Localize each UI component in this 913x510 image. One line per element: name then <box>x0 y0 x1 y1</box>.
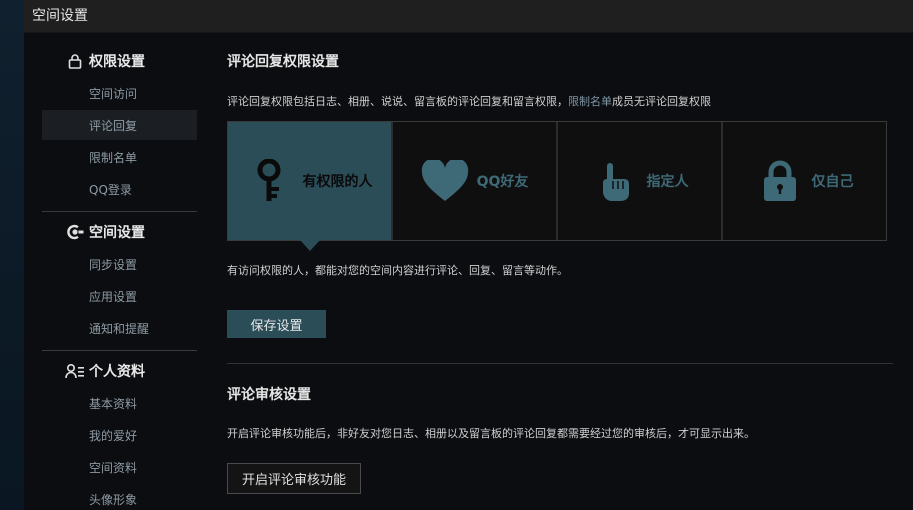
sidebar-divider <box>42 350 197 351</box>
selected-option-desc: 有访问权限的人，都能对您的空间内容进行评论、回复、留言等动作。 <box>227 264 568 277</box>
title-bar: 空间设置 <box>24 0 913 33</box>
profile-icon <box>65 361 85 381</box>
save-settings-button[interactable]: 保存设置 <box>227 310 326 338</box>
sidebar-item-sync[interactable]: 同步设置 <box>42 249 197 279</box>
padlock-icon <box>756 157 804 205</box>
section-divider <box>227 363 893 364</box>
sidebar-group-profile: 个人资料 <box>42 359 197 383</box>
comment-review-desc: 开启评论审核功能后，非好友对您日志、相册以及留言板的评论回复都需要经过您的审核后… <box>227 427 755 440</box>
sidebar-group-permission: 权限设置 <box>42 49 197 73</box>
restrict-list-link[interactable]: 限制名单 <box>568 95 612 108</box>
option-label: QQ好友 <box>476 174 529 190</box>
sidebar-item-space-access[interactable]: 空间访问 <box>42 78 197 108</box>
sidebar-group-space: 空间设置 <box>42 220 197 244</box>
heart-icon <box>421 157 469 205</box>
sidebar-item-space-info[interactable]: 空间资料 <box>42 452 197 482</box>
sidebar-group-label: 权限设置 <box>89 54 145 70</box>
option-label: 有权限的人 <box>302 174 373 190</box>
sidebar-item-qq-login[interactable]: QQ登录 <box>42 174 197 204</box>
left-edge-strip <box>0 0 24 510</box>
sidebar: 权限设置 空间访问 评论回复 限制名单 QQ登录 空间设置 同步设置 应用设置 … <box>42 33 197 510</box>
option-only-me[interactable]: 仅自己 <box>721 122 886 240</box>
enable-review-button[interactable]: 开启评论审核功能 <box>227 463 361 494</box>
pointing-hand-icon <box>591 157 639 205</box>
option-qq-friends[interactable]: QQ好友 <box>391 122 556 240</box>
option-authorized-people[interactable]: 有权限的人 <box>228 122 391 251</box>
lock-icon <box>65 51 85 71</box>
key-icon <box>247 157 295 205</box>
sidebar-item-basic-info[interactable]: 基本资料 <box>42 388 197 418</box>
desc-prefix: 评论回复权限包括日志、相册、说说、留言板的评论回复和留言权限， <box>227 95 568 108</box>
sidebar-group-label: 个人资料 <box>89 364 145 380</box>
space-settings-icon <box>65 222 85 242</box>
sidebar-item-hobbies[interactable]: 我的爱好 <box>42 420 197 450</box>
comment-review-title: 评论审核设置 <box>227 387 311 403</box>
sidebar-item-avatar[interactable]: 头像形象 <box>42 484 197 510</box>
window-title: 空间设置 <box>32 8 88 24</box>
sidebar-divider <box>42 211 197 212</box>
sidebar-item-comment-reply[interactable]: 评论回复 <box>42 110 197 140</box>
option-specified-people[interactable]: 指定人 <box>556 122 721 240</box>
option-label: 仅自己 <box>811 174 854 190</box>
sidebar-group-label: 空间设置 <box>89 225 145 241</box>
option-label: 指定人 <box>646 174 689 190</box>
desc-suffix: 成员无评论回复权限 <box>612 95 711 108</box>
permission-options: 有权限的人 QQ好友 指定人 仅自己 <box>227 121 887 251</box>
comment-permission-desc: 评论回复权限包括日志、相册、说说、留言板的评论回复和留言权限，限制名单成员无评论… <box>227 93 711 109</box>
sidebar-item-restrict-list[interactable]: 限制名单 <box>42 142 197 172</box>
comment-permission-title: 评论回复权限设置 <box>227 54 339 70</box>
sidebar-item-notifications[interactable]: 通知和提醒 <box>42 313 197 343</box>
sidebar-item-apps[interactable]: 应用设置 <box>42 281 197 311</box>
